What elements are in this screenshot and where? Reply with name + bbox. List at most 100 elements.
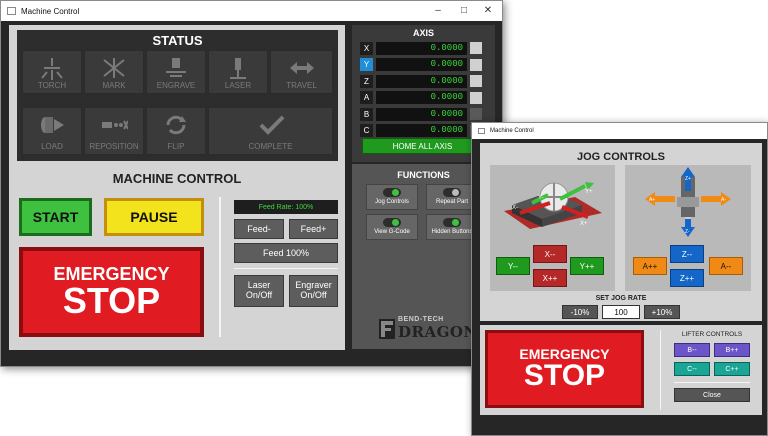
status-cell-load: LOAD — [22, 107, 82, 155]
feed-minus-button[interactable]: Feed- — [234, 219, 284, 239]
function-toggle-view-g-code[interactable]: View G-Code — [366, 214, 418, 240]
status-cell-mark: MARK — [84, 50, 144, 94]
status-cell-torch: TORCH — [22, 50, 82, 94]
divider — [674, 382, 750, 383]
jog-title-bar[interactable]: Machine Control — [472, 123, 767, 139]
axis-status-indicator — [470, 91, 482, 104]
jog-body: JOG CONTROLS Y+ Y- X- X+ X-- Y-- Y++ X++… — [472, 139, 767, 435]
status-cell-label: MARK — [102, 81, 126, 90]
a-plus-diagram-label: A+ — [649, 197, 655, 203]
axis-label[interactable]: A — [360, 91, 373, 104]
toggle-switch-icon[interactable] — [383, 188, 401, 197]
axis-row-z[interactable]: Z 0.0000 — [360, 74, 482, 88]
axis-status-indicator — [470, 75, 482, 87]
jog-lower-panel: EMERGENCY STOP LIFTER CONTROLS B-- B++ C… — [480, 325, 762, 415]
flip-icon — [166, 115, 186, 135]
function-label: Repeat Part — [435, 199, 469, 205]
toggle-switch-icon[interactable] — [443, 188, 461, 197]
jog-rate-input[interactable]: 100 — [602, 305, 640, 319]
mark-icon — [103, 58, 125, 78]
z-plus-button[interactable]: Z++ — [670, 269, 704, 287]
axis-value: 0.0000 — [376, 107, 467, 121]
a-minus-button[interactable]: A-- — [709, 257, 743, 275]
axis-header: AXIS — [412, 28, 434, 38]
axis-row-b[interactable]: B 0.0000 — [360, 107, 482, 121]
x-minus-button[interactable]: X-- — [533, 245, 567, 263]
y-minus-button[interactable]: Y-- — [496, 257, 530, 275]
a-plus-button[interactable]: A++ — [633, 257, 667, 275]
laser-toggle-button[interactable]: Laser On/Off — [234, 275, 284, 307]
axis-value: 0.0000 — [376, 74, 467, 88]
axis-row-y[interactable]: Y 0.0000 — [360, 58, 482, 72]
b-minus-button[interactable]: B-- — [674, 343, 710, 357]
feed-100-button[interactable]: Feed 100% — [234, 243, 338, 263]
home-all-axis-button[interactable]: HOME ALL AXIS — [362, 138, 483, 154]
window-title: Machine Control — [21, 6, 80, 16]
jog-emergency-stop-button[interactable]: EMERGENCY STOP — [485, 330, 644, 408]
app-icon — [7, 7, 16, 15]
axis-value: 0.0000 — [376, 41, 467, 55]
axis-label[interactable]: X — [360, 41, 373, 55]
status-panel: STATUS TORCH MARK ENGRAVE LASER TRAVEL LOAD RE… — [17, 30, 338, 161]
start-button[interactable]: START — [19, 198, 92, 236]
function-toggle-jog-controls[interactable]: Jog Controls — [366, 184, 418, 210]
x-minus-diagram-label: X- — [512, 205, 518, 211]
status-cell-label: TRAVEL — [286, 81, 317, 90]
toggle-switch-icon[interactable] — [383, 218, 401, 227]
title-bar[interactable]: Machine Control – □ ✕ — [1, 1, 502, 21]
divider — [234, 268, 338, 269]
jog-window: Machine Control JOG CONTROLS Y+ Y- X- X+… — [471, 122, 768, 436]
c-plus-button[interactable]: C++ — [714, 362, 750, 376]
z-minus-button[interactable]: Z-- — [670, 245, 704, 263]
status-cell-label: LASER — [224, 81, 252, 90]
function-label: Hidden Buttons — [431, 229, 473, 235]
divider — [660, 330, 661, 410]
axis-label[interactable]: Z — [360, 74, 373, 88]
a-minus-diagram-label: A- — [721, 197, 726, 203]
engraver-toggle-button[interactable]: Engraver On/Off — [289, 275, 338, 307]
feed-plus-button[interactable]: Feed+ — [289, 219, 338, 239]
complete-icon — [259, 115, 284, 135]
close-button[interactable]: Close — [674, 388, 750, 402]
axis-status-indicator — [470, 108, 482, 120]
maximize-icon[interactable]: □ — [452, 1, 476, 21]
axis-row-c[interactable]: C 0.0000 — [360, 124, 482, 138]
close-icon[interactable]: ✕ — [476, 1, 500, 21]
load-icon — [41, 117, 64, 133]
y-minus-diagram-label: Y- — [538, 195, 543, 201]
pause-button[interactable]: PAUSE — [104, 198, 204, 236]
b-plus-button[interactable]: B++ — [714, 343, 750, 357]
status-cell-label: ENGRAVE — [156, 81, 196, 90]
status-cell-flip: FLIP — [146, 107, 206, 155]
axis-status-indicator — [470, 58, 482, 71]
status-cell-reposition: REPOSITION — [84, 107, 144, 155]
jog-panel: JOG CONTROLS Y+ Y- X- X+ X-- Y-- Y++ X++… — [480, 143, 762, 321]
axis-label[interactable]: C — [360, 124, 373, 137]
x-plus-diagram-label: X+ — [580, 221, 588, 227]
feed-rate-display: Feed Rate: 100% — [234, 200, 338, 214]
engraver-onoff-label: On/Off — [300, 290, 327, 300]
divider — [219, 197, 221, 337]
emergency-stop-button[interactable]: EMERGENCY STOP — [19, 247, 204, 337]
axis-row-x[interactable]: X 0.0000 — [360, 41, 482, 55]
za-jog-panel: Z+ Z- A+ A- Z-- A++ A-- Z++ — [625, 165, 751, 291]
toggle-switch-icon[interactable] — [443, 218, 461, 227]
axis-label[interactable]: Y — [360, 58, 373, 71]
logo-line1: BEND-TECH — [398, 316, 444, 323]
left-panel: STATUS TORCH MARK ENGRAVE LASER TRAVEL LOAD RE… — [9, 25, 345, 350]
minimize-icon[interactable]: – — [426, 1, 450, 21]
y-plus-button[interactable]: Y++ — [570, 257, 604, 275]
jog-controls-header: JOG CONTROLS — [576, 151, 665, 163]
z-minus-diagram-label: Z- — [685, 229, 690, 235]
function-label: Jog Controls — [375, 199, 409, 205]
jog-rate-plus-button[interactable]: +10% — [644, 305, 680, 319]
c-minus-button[interactable]: C-- — [674, 362, 710, 376]
x-plus-button[interactable]: X++ — [533, 269, 567, 287]
laser-icon — [230, 58, 246, 79]
axis-value: 0.0000 — [376, 58, 467, 71]
jog-rate-minus-button[interactable]: -10% — [562, 305, 598, 319]
axis-label[interactable]: B — [360, 107, 373, 121]
stop-label: STOP — [523, 359, 606, 392]
axis-row-a[interactable]: A 0.0000 — [360, 91, 482, 105]
travel-icon — [289, 62, 314, 74]
